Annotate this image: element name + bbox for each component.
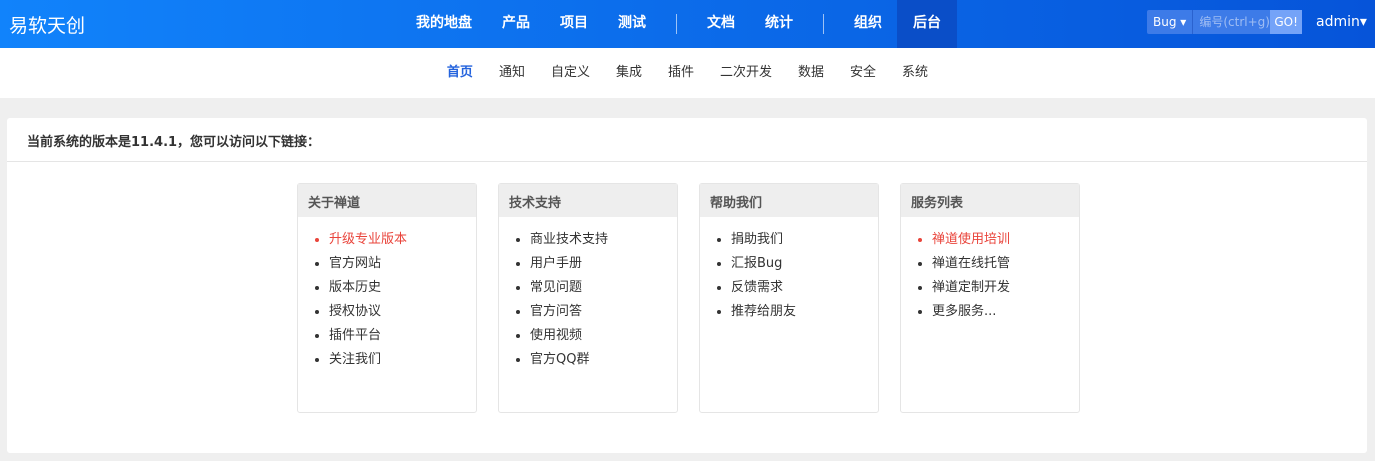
link-item[interactable]: 推荐给朋友 bbox=[731, 300, 878, 324]
subnav-security[interactable]: 安全 bbox=[837, 48, 889, 98]
top-bar: 易软天创 我的地盘 产品 项目 测试 文档 统计 组织 后台 Bug ▾ 编号(… bbox=[0, 0, 1375, 48]
subnav-dev[interactable]: 二次开发 bbox=[707, 48, 785, 98]
nav-company[interactable]: 组织 bbox=[839, 0, 897, 48]
link-item[interactable]: 版本历史 bbox=[329, 276, 476, 300]
user-name: admin bbox=[1316, 14, 1360, 30]
link-box: 帮助我们捐助我们汇报Bug反馈需求推荐给朋友 bbox=[699, 183, 879, 413]
subnav-extension[interactable]: 插件 bbox=[655, 48, 707, 98]
link-item[interactable]: 升级专业版本 bbox=[329, 228, 476, 252]
caret-down-icon: ▾ bbox=[1359, 14, 1367, 30]
subnav-message[interactable]: 通知 bbox=[486, 48, 538, 98]
link-item[interactable]: 官方QQ群 bbox=[530, 348, 677, 372]
divider bbox=[676, 14, 677, 34]
link-box: 服务列表禅道使用培训禅道在线托管禅道定制开发更多服务... bbox=[900, 183, 1080, 413]
link-item[interactable]: 禅道在线托管 bbox=[932, 252, 1079, 276]
link-box: 技术支持商业技术支持用户手册常见问题官方问答使用视频官方QQ群 bbox=[498, 183, 678, 413]
subnav-data[interactable]: 数据 bbox=[785, 48, 837, 98]
link-item[interactable]: 用户手册 bbox=[530, 252, 677, 276]
quick-search: Bug ▾ 编号(ctrl+g) GO! bbox=[1147, 10, 1302, 34]
link-item[interactable]: 更多服务... bbox=[932, 300, 1079, 324]
link-item[interactable]: 使用视频 bbox=[530, 324, 677, 348]
go-button[interactable]: GO! bbox=[1270, 10, 1302, 34]
sub-nav: 首页 通知 自定义 集成 插件 二次开发 数据 安全 系统 bbox=[0, 48, 1375, 98]
link-item[interactable]: 商业技术支持 bbox=[530, 228, 677, 252]
link-boxes: 关于禅道升级专业版本官方网站版本历史授权协议插件平台关注我们技术支持商业技术支持… bbox=[297, 183, 1080, 413]
nav-admin[interactable]: 后台 bbox=[897, 0, 957, 48]
subnav-home[interactable]: 首页 bbox=[434, 48, 486, 98]
link-box: 关于禅道升级专业版本官方网站版本历史授权协议插件平台关注我们 bbox=[297, 183, 477, 413]
link-item[interactable]: 反馈需求 bbox=[731, 276, 878, 300]
link-item[interactable]: 汇报Bug bbox=[731, 252, 878, 276]
link-item[interactable]: 关注我们 bbox=[329, 348, 476, 372]
link-item[interactable]: 禅道定制开发 bbox=[932, 276, 1079, 300]
link-item[interactable]: 插件平台 bbox=[329, 324, 476, 348]
nav-report[interactable]: 统计 bbox=[750, 0, 808, 48]
subnav-integration[interactable]: 集成 bbox=[603, 48, 655, 98]
box-title: 关于禅道 bbox=[298, 184, 476, 217]
user-menu[interactable]: admin▾ bbox=[1316, 14, 1367, 30]
divider bbox=[823, 14, 824, 34]
subnav-custom[interactable]: 自定义 bbox=[538, 48, 603, 98]
box-title: 帮助我们 bbox=[700, 184, 878, 217]
box-title: 服务列表 bbox=[901, 184, 1079, 217]
nav-project[interactable]: 项目 bbox=[545, 0, 603, 48]
nav-qa[interactable]: 测试 bbox=[603, 0, 661, 48]
box-title: 技术支持 bbox=[499, 184, 677, 217]
search-type-select[interactable]: Bug ▾ bbox=[1147, 10, 1194, 34]
search-type-label: Bug bbox=[1153, 15, 1177, 29]
link-item[interactable]: 禅道使用培训 bbox=[932, 228, 1079, 252]
link-item[interactable]: 官方问答 bbox=[530, 300, 677, 324]
link-item[interactable]: 授权协议 bbox=[329, 300, 476, 324]
nav-doc[interactable]: 文档 bbox=[692, 0, 750, 48]
link-item[interactable]: 官方网站 bbox=[329, 252, 476, 276]
main-nav: 我的地盘 产品 项目 测试 文档 统计 组织 后台 bbox=[401, 0, 957, 48]
main-panel: 当前系统的版本是11.4.1，您可以访问以下链接： 关于禅道升级专业版本官方网站… bbox=[7, 118, 1367, 453]
nav-my[interactable]: 我的地盘 bbox=[401, 0, 487, 48]
logo[interactable]: 易软天创 bbox=[9, 11, 85, 38]
link-item[interactable]: 捐助我们 bbox=[731, 228, 878, 252]
subnav-system[interactable]: 系统 bbox=[889, 48, 941, 98]
caret-down-icon: ▾ bbox=[1180, 15, 1187, 29]
search-input[interactable]: 编号(ctrl+g) bbox=[1193, 10, 1270, 34]
nav-product[interactable]: 产品 bbox=[487, 0, 545, 48]
panel-title: 当前系统的版本是11.4.1，您可以访问以下链接： bbox=[7, 118, 1367, 162]
link-item[interactable]: 常见问题 bbox=[530, 276, 677, 300]
